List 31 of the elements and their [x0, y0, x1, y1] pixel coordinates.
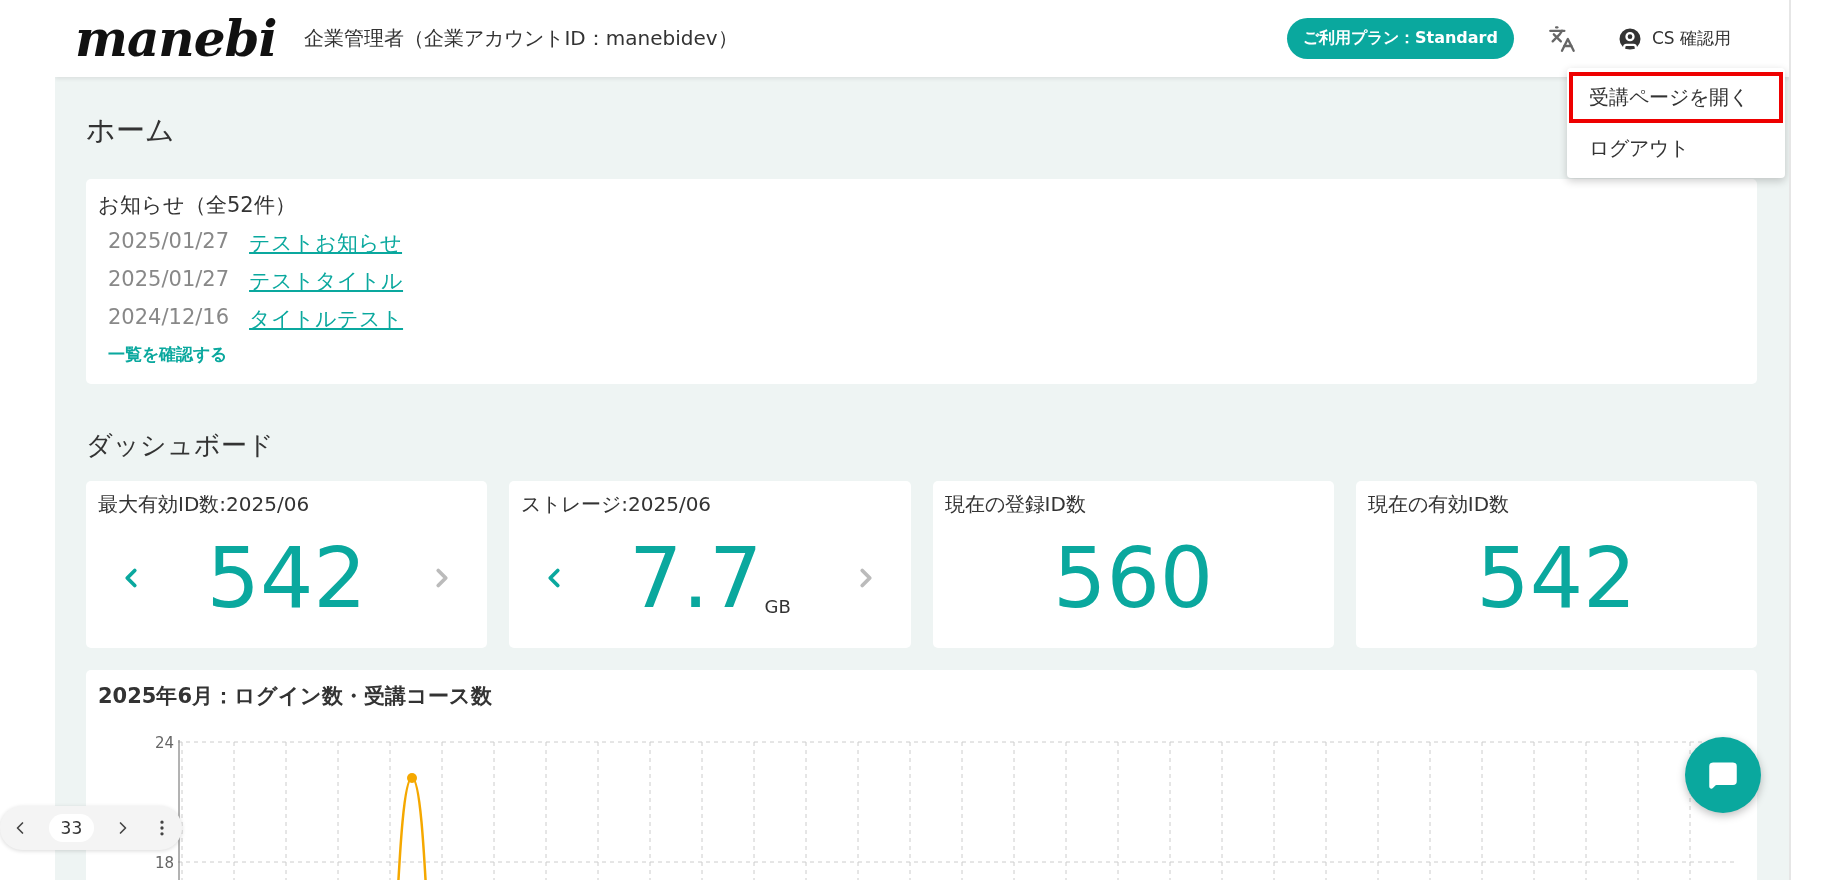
stat-label: 現在の有効ID数 — [1367, 491, 1511, 518]
axis-tick-label: 18 — [154, 854, 174, 872]
menu-item[interactable]: 受講ページを開く — [1569, 72, 1783, 123]
stat-value: 542 — [1475, 536, 1638, 620]
menu-item[interactable]: ログアウト — [1569, 123, 1783, 174]
chart-title: 2025年6月：ログイン数・受講コース数 — [98, 683, 494, 710]
logo: manebi — [75, 9, 277, 68]
stat-label: 現在の登録ID数 — [944, 491, 1087, 518]
notice-link[interactable]: タイトルテスト — [249, 305, 404, 333]
stat-label: ストレージ:2025/06 — [521, 491, 713, 518]
stat-value: 560 — [1051, 536, 1215, 620]
notice-date: 2025/01/27 — [108, 229, 230, 255]
chat-icon — [1708, 760, 1738, 790]
page-title: ホーム — [86, 112, 175, 149]
page-number: 33 — [48, 814, 95, 842]
notice-link[interactable]: テストタイトル — [249, 267, 404, 295]
notice-title: お知らせ（全52件） — [98, 192, 297, 219]
stat-value: 542 — [205, 536, 368, 620]
notice-date: 2024/12/16 — [108, 305, 230, 331]
section-title: ダッシュボード — [86, 429, 274, 462]
plan-badge: ご利用プラン：Standard — [1286, 18, 1514, 59]
stat-label: 最大有効ID数:2025/06 — [98, 491, 311, 518]
stat-unit: GB — [764, 598, 791, 616]
view-all-link[interactable]: 一覧を確認する — [98, 343, 1745, 366]
notice-link[interactable]: テストお知らせ — [249, 229, 403, 257]
translate-icon[interactable] — [1547, 24, 1576, 53]
axis-tick-label: 24 — [154, 734, 174, 752]
notice-date: 2025/01/27 — [108, 267, 230, 293]
user-menu-button[interactable]: CS 確認用 — [1609, 23, 1737, 54]
stat-value: 7.7 GB — [627, 536, 792, 620]
account-title: 企業管理者（企業アカウントID：manebidev） — [304, 25, 739, 52]
